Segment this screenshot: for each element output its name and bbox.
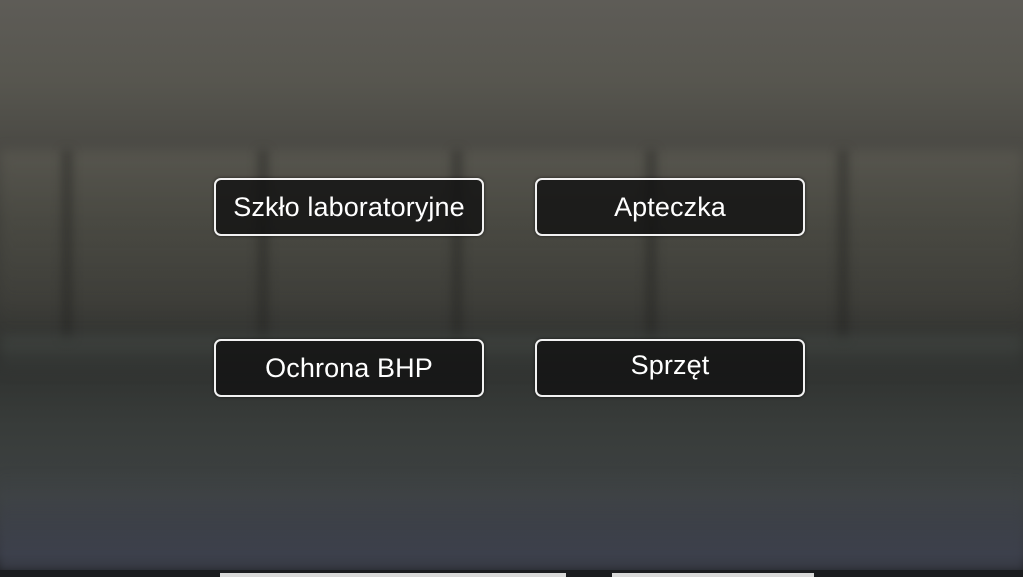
background-divider bbox=[838, 150, 848, 340]
game-scene: Szkło laboratoryjne Apteczka Ochrona BHP… bbox=[0, 0, 1023, 577]
background-cabinets bbox=[0, 150, 1023, 340]
safety-protection-button[interactable]: Ochrona BHP bbox=[214, 339, 484, 397]
equipment-button[interactable]: Sprzęt bbox=[535, 339, 805, 397]
bottom-bar-highlight bbox=[612, 573, 814, 577]
first-aid-kit-button-label: Apteczka bbox=[614, 191, 726, 222]
equipment-button-label: Sprzęt bbox=[630, 349, 710, 380]
safety-protection-button-label: Ochrona BHP bbox=[265, 352, 433, 383]
bottom-bar-highlight bbox=[220, 573, 566, 577]
background-floor bbox=[0, 470, 1023, 570]
lab-glassware-button[interactable]: Szkło laboratoryjne bbox=[214, 178, 484, 236]
lab-glassware-button-label: Szkło laboratoryjne bbox=[233, 191, 465, 222]
first-aid-kit-button[interactable]: Apteczka bbox=[535, 178, 805, 236]
background-divider bbox=[62, 150, 72, 340]
background-counter bbox=[0, 335, 1023, 375]
